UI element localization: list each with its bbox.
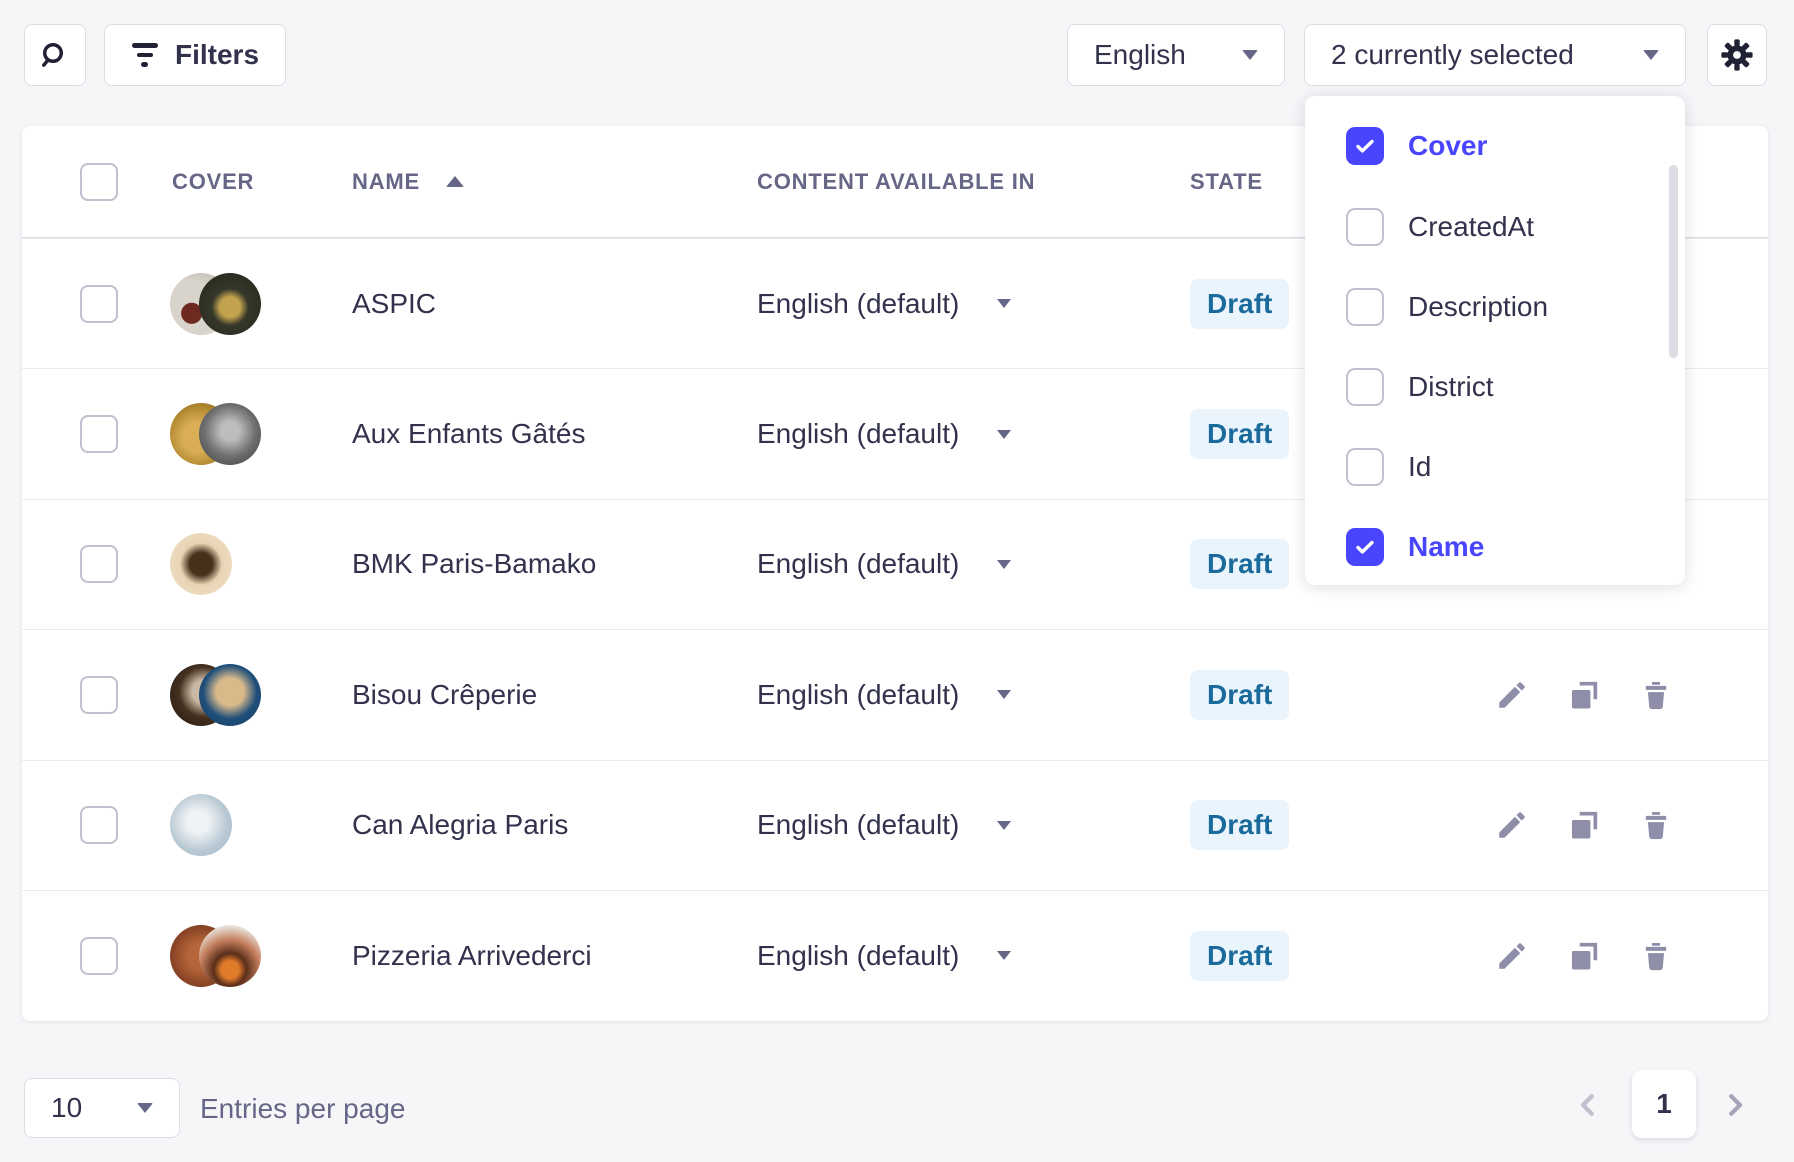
- page-size-select[interactable]: 10: [24, 1078, 180, 1138]
- cover-avatar: [199, 664, 261, 726]
- row-locale-select[interactable]: English (default): [757, 288, 1011, 320]
- row-checkbox[interactable]: [80, 937, 118, 975]
- row-checkbox[interactable]: [80, 415, 118, 453]
- checkbox-unchecked[interactable]: [1346, 368, 1384, 406]
- filters-label: Filters: [175, 39, 259, 71]
- table-row[interactable]: Can Alegria Paris English (default) Draf…: [22, 760, 1768, 890]
- entry-name: BMK Paris-Bamako: [352, 548, 596, 579]
- row-locale-select[interactable]: English (default): [757, 809, 1011, 841]
- chevron-down-icon: [997, 430, 1011, 439]
- menu-item-name[interactable]: Name: [1346, 528, 1484, 566]
- page-size-value: 10: [51, 1092, 82, 1124]
- row-checkbox[interactable]: [80, 285, 118, 323]
- cover-avatar: [199, 925, 261, 987]
- gear-icon: [1719, 37, 1755, 73]
- cover-avatars: [170, 794, 262, 856]
- status-badge: Draft: [1190, 800, 1289, 850]
- sort-ascending-icon: [446, 176, 464, 187]
- locale-select[interactable]: English: [1067, 24, 1285, 86]
- status-badge: Draft: [1190, 409, 1289, 459]
- locale-select-value: English: [1094, 39, 1186, 71]
- page-number-button[interactable]: 1: [1632, 1070, 1696, 1138]
- checkmark-icon: [1353, 535, 1377, 559]
- cover-avatar: [170, 794, 232, 856]
- entry-name: Aux Enfants Gâtés: [352, 418, 585, 449]
- row-checkbox[interactable]: [80, 806, 118, 844]
- header-cover: COVER: [172, 169, 254, 195]
- duplicate-icon[interactable]: [1567, 939, 1601, 973]
- cover-avatars: [170, 664, 262, 726]
- chevron-down-icon: [1643, 50, 1659, 60]
- dropdown-scrollbar[interactable]: [1669, 165, 1678, 358]
- checkbox-unchecked[interactable]: [1346, 288, 1384, 326]
- chevron-down-icon: [997, 560, 1011, 569]
- columns-select[interactable]: 2 currently selected: [1304, 24, 1686, 86]
- entry-name: Can Alegria Paris: [352, 809, 568, 840]
- menu-item-description[interactable]: Description: [1346, 288, 1548, 326]
- status-badge: Draft: [1190, 931, 1289, 981]
- checkmark-icon: [1353, 134, 1377, 158]
- filters-button[interactable]: Filters: [104, 24, 286, 86]
- row-locale-select[interactable]: English (default): [757, 418, 1011, 450]
- checkbox-unchecked[interactable]: [1346, 208, 1384, 246]
- chevron-down-icon: [997, 821, 1011, 830]
- delete-icon[interactable]: [1639, 678, 1673, 712]
- chevron-down-icon: [1242, 50, 1258, 60]
- menu-item-district[interactable]: District: [1346, 368, 1494, 406]
- duplicate-icon[interactable]: [1567, 678, 1601, 712]
- search-icon: [39, 39, 71, 71]
- edit-icon[interactable]: [1495, 808, 1529, 842]
- menu-item-createdat[interactable]: CreatedAt: [1346, 208, 1534, 246]
- header-name[interactable]: NAME: [352, 169, 464, 195]
- cover-avatars: [170, 403, 262, 465]
- entries-per-page-label: Entries per page: [200, 1093, 405, 1125]
- entry-name: Pizzeria Arrivederci: [352, 940, 592, 971]
- header-content-available-in: CONTENT AVAILABLE IN: [757, 169, 1035, 195]
- settings-button[interactable]: [1707, 24, 1767, 86]
- table-row[interactable]: Bisou Crêperie English (default) Draft: [22, 629, 1768, 759]
- delete-icon[interactable]: [1639, 939, 1673, 973]
- row-locale-select[interactable]: English (default): [757, 940, 1011, 972]
- status-badge: Draft: [1190, 670, 1289, 720]
- cover-avatars: [170, 273, 262, 335]
- checkbox-checked[interactable]: [1346, 127, 1384, 165]
- search-button[interactable]: [24, 24, 86, 86]
- previous-page-button[interactable]: [1573, 1090, 1603, 1120]
- chevron-down-icon: [997, 299, 1011, 308]
- menu-item-cover[interactable]: Cover: [1346, 127, 1487, 165]
- duplicate-icon[interactable]: [1567, 808, 1601, 842]
- content-manager-page: Filters English 2 currently selected: [0, 0, 1794, 1162]
- edit-icon[interactable]: [1495, 678, 1529, 712]
- select-all-checkbox[interactable]: [80, 163, 118, 201]
- row-locale-select[interactable]: English (default): [757, 548, 1011, 580]
- row-checkbox[interactable]: [80, 676, 118, 714]
- entry-name: ASPIC: [352, 288, 436, 319]
- checkbox-checked[interactable]: [1346, 528, 1384, 566]
- delete-icon[interactable]: [1639, 808, 1673, 842]
- status-badge: Draft: [1190, 539, 1289, 589]
- menu-item-id[interactable]: Id: [1346, 448, 1431, 486]
- cover-avatar: [199, 403, 261, 465]
- table-row[interactable]: Pizzeria Arrivederci English (default) D…: [22, 890, 1768, 1020]
- row-locale-select[interactable]: English (default): [757, 679, 1011, 711]
- next-page-button[interactable]: [1720, 1090, 1750, 1120]
- chevron-down-icon: [997, 690, 1011, 699]
- checkbox-unchecked[interactable]: [1346, 448, 1384, 486]
- cover-avatar: [170, 533, 232, 595]
- columns-picker-dropdown: Cover CreatedAt Description District Id …: [1305, 96, 1685, 585]
- chevron-down-icon: [137, 1103, 153, 1113]
- entry-name: Bisou Crêperie: [352, 679, 537, 710]
- filter-icon: [131, 43, 159, 67]
- edit-icon[interactable]: [1495, 939, 1529, 973]
- cover-avatars: [170, 925, 262, 987]
- status-badge: Draft: [1190, 279, 1289, 329]
- row-checkbox[interactable]: [80, 545, 118, 583]
- cover-avatars: [170, 533, 262, 595]
- header-state: STATE: [1190, 169, 1263, 195]
- columns-select-value: 2 currently selected: [1331, 39, 1574, 71]
- chevron-down-icon: [997, 951, 1011, 960]
- cover-avatar: [199, 273, 261, 335]
